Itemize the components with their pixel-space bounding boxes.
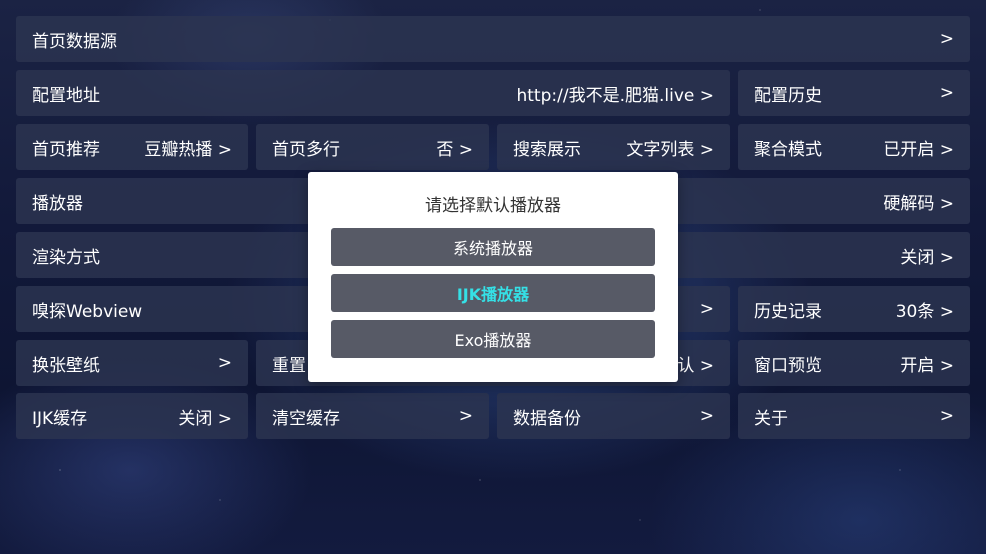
config-history-label: 配置历史	[754, 85, 822, 106]
ijk-cache-setting[interactable]: IJK缓存 关闭 >	[16, 393, 248, 439]
home-source-setting[interactable]: 首页数据源 >	[16, 16, 970, 62]
history-setting[interactable]: 历史记录 30条 >	[738, 286, 970, 332]
player-select-dialog: 请选择默认播放器 系统播放器 IJK播放器 Exo播放器	[308, 172, 678, 382]
ijk-cache-value: 关闭 >	[178, 408, 232, 429]
home-source-label: 首页数据源	[32, 31, 117, 52]
config-url-setting[interactable]: 配置地址 http://我不是.肥猫.live >	[16, 70, 730, 116]
home-multirow-setting[interactable]: 首页多行 否 >	[256, 124, 489, 170]
render-mode-value: 关闭 >	[900, 247, 954, 268]
aggregate-mode-setting[interactable]: 聚合模式 已开启 >	[738, 124, 970, 170]
wallpaper-setting[interactable]: 换张壁纸 >	[16, 340, 248, 386]
home-recommend-setting[interactable]: 首页推荐 豆瓣热播 >	[16, 124, 248, 170]
about-label: 关于	[754, 408, 788, 429]
reset-value: 认 >	[677, 355, 714, 376]
reset-label: 重置	[272, 355, 306, 376]
player-value: 硬解码 >	[883, 193, 954, 214]
window-preview-setting[interactable]: 窗口预览 开启 >	[738, 340, 970, 386]
about-value: >	[939, 406, 954, 426]
search-display-setting[interactable]: 搜索展示 文字列表 >	[497, 124, 730, 170]
clear-cache-label: 清空缓存	[272, 408, 340, 429]
home-recommend-value: 豆瓣热播 >	[144, 139, 232, 160]
config-history-setting[interactable]: 配置历史 >	[738, 70, 970, 116]
data-backup-setting[interactable]: 数据备份 >	[497, 393, 730, 439]
config-history-value: >	[939, 83, 954, 103]
wallpaper-label: 换张壁纸	[32, 355, 100, 376]
aggregate-mode-label: 聚合模式	[754, 139, 822, 160]
home-multirow-label: 首页多行	[272, 139, 340, 160]
home-source-value: >	[939, 29, 954, 49]
aggregate-mode-value: 已开启 >	[883, 139, 954, 160]
clear-cache-setting[interactable]: 清空缓存 >	[256, 393, 489, 439]
about-setting[interactable]: 关于 >	[738, 393, 970, 439]
window-preview-value: 开启 >	[900, 355, 954, 376]
data-backup-value: >	[699, 406, 714, 426]
exo-player-option[interactable]: Exo播放器	[331, 320, 655, 358]
data-backup-label: 数据备份	[513, 408, 581, 429]
wallpaper-value: >	[217, 353, 232, 373]
config-url-label: 配置地址	[32, 85, 100, 106]
config-url-value: http://我不是.肥猫.live >	[516, 85, 714, 106]
search-display-value: 文字列表 >	[626, 139, 714, 160]
sniff-webview-value: >	[699, 299, 714, 319]
player-label: 播放器	[32, 193, 83, 214]
ijk-player-option[interactable]: IJK播放器	[331, 274, 655, 312]
clear-cache-value: >	[458, 406, 473, 426]
search-display-label: 搜索展示	[513, 139, 581, 160]
history-label: 历史记录	[754, 301, 822, 322]
history-value: 30条 >	[895, 301, 954, 322]
system-player-option[interactable]: 系统播放器	[331, 228, 655, 266]
sniff-webview-label: 嗅探Webview	[32, 301, 143, 322]
render-mode-label: 渲染方式	[32, 247, 100, 268]
home-recommend-label: 首页推荐	[32, 139, 100, 160]
ijk-cache-label: IJK缓存	[32, 408, 88, 429]
dialog-title: 请选择默认播放器	[425, 196, 561, 216]
home-multirow-value: 否 >	[436, 139, 473, 160]
window-preview-label: 窗口预览	[754, 355, 822, 376]
